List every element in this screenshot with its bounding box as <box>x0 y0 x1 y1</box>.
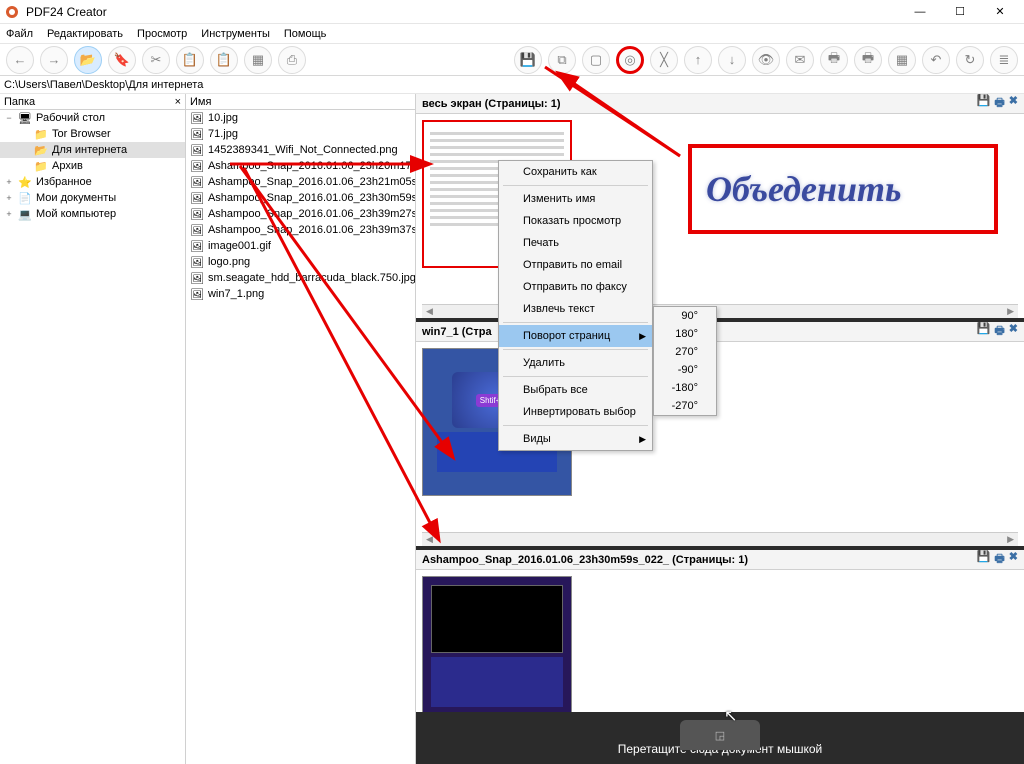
folder-header: Папка <box>4 96 35 108</box>
file-item[interactable]: 🖼Ashampoo_Snap_2016.01.06_23h39m27s_042_… <box>186 206 415 222</box>
doc-tool-0[interactable]: 💾 <box>514 46 542 74</box>
toolbar: ←→📂🔖✂📋📋▦⎙ 💾⧉▢◎╳↑↓👁✉🖶🖶▦↶↻≣ <box>0 44 1024 76</box>
ctx-item[interactable]: Показать просмотр <box>499 210 652 232</box>
ctx-item[interactable]: Удалить <box>499 352 652 374</box>
nav-tool-6[interactable]: 📋 <box>210 46 238 74</box>
file-item[interactable]: 🖼10.jpg <box>186 110 415 126</box>
ctx-item[interactable]: Извлечь текст <box>499 298 652 320</box>
file-item[interactable]: 🖼1452389341_Wifi_Not_Connected.png <box>186 142 415 158</box>
menu-edit[interactable]: Редактировать <box>47 28 123 40</box>
doc-close-icon[interactable]: ✖ <box>1009 322 1018 341</box>
rotate-option[interactable]: -90° <box>654 361 716 379</box>
doc-save-icon[interactable]: 💾 <box>977 94 991 113</box>
window-maximize[interactable]: ☐ <box>940 0 980 24</box>
tree-item[interactable]: 📂Для интернета <box>0 142 185 158</box>
ctx-item[interactable]: Выбрать все <box>499 379 652 401</box>
nav-tool-8[interactable]: ⎙ <box>278 46 306 74</box>
window-close[interactable]: ✕ <box>980 0 1020 24</box>
ctx-item[interactable]: Отправить по email <box>499 254 652 276</box>
tree-item[interactable]: +📄Мои документы <box>0 190 185 206</box>
file-item[interactable]: 🖼Ashampoo_Snap_2016.01.06_23h20m17s_017_… <box>186 158 415 174</box>
rotate-option[interactable]: 270° <box>654 343 716 361</box>
doc-tool-4[interactable]: ╳ <box>650 46 678 74</box>
doc-print-icon[interactable]: 🖶 <box>994 550 1004 569</box>
doc-tool-5[interactable]: ↑ <box>684 46 712 74</box>
doc-save-icon[interactable]: 💾 <box>977 550 991 569</box>
ctx-item[interactable]: Печать <box>499 232 652 254</box>
doc-tool-8[interactable]: ✉ <box>786 46 814 74</box>
doc-tool-12[interactable]: ↶ <box>922 46 950 74</box>
doc-tool-9[interactable]: 🖶 <box>820 46 848 74</box>
nav-tool-5[interactable]: 📋 <box>176 46 204 74</box>
nav-tool-7[interactable]: ▦ <box>244 46 272 74</box>
document-card: Ashampoo_Snap_2016.01.06_23h30m59s_022_ … <box>416 550 1024 712</box>
file-list-pane: Имя 🖼10.jpg🖼71.jpg🖼1452389341_Wifi_Not_C… <box>186 94 416 764</box>
nav-tool-3[interactable]: 🔖 <box>108 46 136 74</box>
menu-bar: Файл Редактировать Просмотр Инструменты … <box>0 24 1024 44</box>
ctx-item[interactable]: Отправить по факсу <box>499 276 652 298</box>
nav-toolbar: ←→📂🔖✂📋📋▦⎙ <box>6 46 306 74</box>
rotate-option[interactable]: -180° <box>654 379 716 397</box>
file-item[interactable]: 🖼Ashampoo_Snap_2016.01.06_23h30m59s_022_… <box>186 190 415 206</box>
doc-close-icon[interactable]: ✖ <box>1009 94 1018 113</box>
file-item[interactable]: 🖼71.jpg <box>186 126 415 142</box>
menu-help[interactable]: Помощь <box>284 28 327 40</box>
filelist-header: Имя <box>190 96 211 108</box>
doc-tool-7[interactable]: 👁 <box>752 46 780 74</box>
doc-print-icon[interactable]: 🖶 <box>994 94 1004 113</box>
file-item[interactable]: 🖼Ashampoo_Snap_2016.01.06_23h39m37s_044_… <box>186 222 415 238</box>
tree-item[interactable]: 📁Tor Browser <box>0 126 185 142</box>
nav-tool-2[interactable]: 📂 <box>74 46 102 74</box>
doc-tool-10[interactable]: 🖶 <box>854 46 882 74</box>
path-bar: C:\Users\Павел\Desktop\Для интернета <box>0 76 1024 94</box>
window-minimize[interactable]: — <box>900 0 940 24</box>
nav-tool-1[interactable]: → <box>40 46 68 74</box>
doc-save-icon[interactable]: 💾 <box>977 322 991 341</box>
doc-print-icon[interactable]: 🖶 <box>994 322 1004 341</box>
title-bar: PDF24 Creator — ☐ ✕ <box>0 0 1024 24</box>
ctx-item[interactable]: Инвертировать выбор <box>499 401 652 423</box>
folder-close-icon[interactable]: × <box>175 96 181 108</box>
annotation-callout: Объеденить <box>688 144 998 234</box>
current-path: C:\Users\Павел\Desktop\Для интернета <box>4 79 203 91</box>
nav-tool-4[interactable]: ✂ <box>142 46 170 74</box>
preview-tray[interactable]: ◲ <box>680 720 760 750</box>
app-icon <box>4 4 20 20</box>
doc-tool-2[interactable]: ▢ <box>582 46 610 74</box>
doc-tool-3[interactable]: ◎ <box>616 46 644 74</box>
doc-toolbar: 💾⧉▢◎╳↑↓👁✉🖶🖶▦↶↻≣ <box>514 46 1018 74</box>
ctx-item[interactable]: Сохранить как <box>499 161 652 183</box>
rotate-submenu: 90°180°270°-90°-180°-270° <box>653 306 717 416</box>
tree-item[interactable]: −🖥Рабочий стол <box>0 110 185 126</box>
ctx-item[interactable]: Виды▶ <box>499 428 652 450</box>
ctx-item[interactable]: Поворот страниц▶ <box>499 325 652 347</box>
tree-item[interactable]: +⭐Избранное <box>0 174 185 190</box>
file-item[interactable]: 🖼logo.png <box>186 254 415 270</box>
tree-item[interactable]: 📁Архив <box>0 158 185 174</box>
tree-item[interactable]: +💻Мой компьютер <box>0 206 185 222</box>
file-item[interactable]: 🖼win7_1.png <box>186 286 415 302</box>
folder-tree-pane: Папка × −🖥Рабочий стол📁Tor Browser📂Для ин… <box>0 94 186 764</box>
file-item[interactable]: 🖼image001.gif <box>186 238 415 254</box>
annotation-text: Объеденить <box>706 169 901 209</box>
rotate-option[interactable]: 180° <box>654 325 716 343</box>
doc-tool-6[interactable]: ↓ <box>718 46 746 74</box>
context-menu: Сохранить как Изменить имяПоказать просмо… <box>498 160 653 451</box>
doc-tool-1[interactable]: ⧉ <box>548 46 576 74</box>
doc-close-icon[interactable]: ✖ <box>1009 550 1018 569</box>
rotate-option[interactable]: -270° <box>654 397 716 415</box>
menu-file[interactable]: Файл <box>6 28 33 40</box>
doc-tool-14[interactable]: ≣ <box>990 46 1018 74</box>
menu-view[interactable]: Просмотр <box>137 28 187 40</box>
nav-tool-0[interactable]: ← <box>6 46 34 74</box>
menu-tools[interactable]: Инструменты <box>201 28 270 40</box>
doc-tool-11[interactable]: ▦ <box>888 46 916 74</box>
doc-tool-13[interactable]: ↻ <box>956 46 984 74</box>
mouse-cursor-icon: ↖ <box>724 706 737 726</box>
app-title: PDF24 Creator <box>26 5 107 19</box>
ctx-item[interactable]: Изменить имя <box>499 188 652 210</box>
file-item[interactable]: 🖼Ashampoo_Snap_2016.01.06_23h21m05s_018_… <box>186 174 415 190</box>
file-item[interactable]: 🖼sm.seagate_hdd_barracuda_black.750.jpg <box>186 270 415 286</box>
rotate-option[interactable]: 90° <box>654 307 716 325</box>
